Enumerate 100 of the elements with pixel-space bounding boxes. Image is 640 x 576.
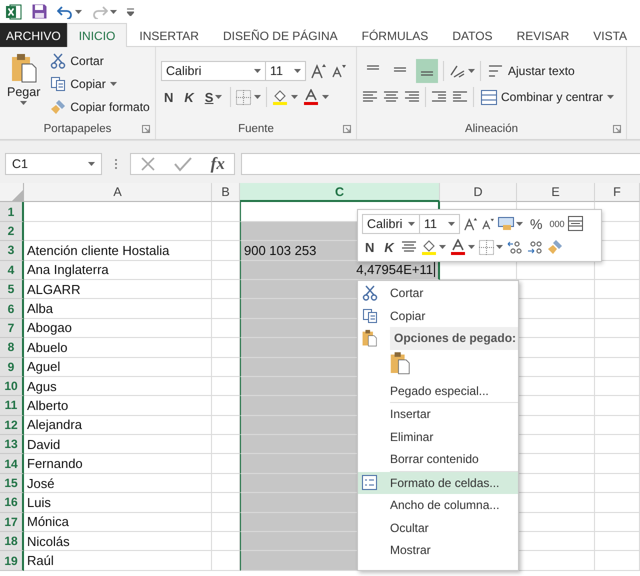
row-header[interactable]: 18: [0, 532, 24, 552]
format-painter-button[interactable]: Copiar formato: [48, 97, 152, 117]
row-header[interactable]: 11: [0, 396, 24, 416]
font-color-icon[interactable]: [303, 89, 320, 105]
ribbon-tab[interactable]: DATOS: [440, 23, 505, 47]
customize-toolbar-icon[interactable]: [127, 8, 134, 16]
row-header[interactable]: 4: [0, 260, 24, 280]
menu-item[interactable]: Eliminar: [358, 426, 518, 448]
ribbon-tab[interactable]: REVISAR: [504, 23, 582, 47]
font-size-field[interactable]: 11: [420, 214, 460, 234]
scissors-icon: [362, 285, 378, 302]
row-header[interactable]: 7: [0, 318, 24, 338]
increase-decimal-icon[interactable]: [506, 240, 523, 255]
caret-icon: [294, 69, 301, 73]
cut-button[interactable]: Cortar: [48, 51, 152, 71]
ribbon-tab[interactable]: INSERTAR: [127, 23, 211, 47]
text-orientation-icon[interactable]: [449, 63, 465, 79]
font-name-field[interactable]: Calibri: [161, 61, 266, 81]
copy-button[interactable]: Copiar: [48, 74, 152, 94]
column-header[interactable]: C: [240, 183, 440, 202]
dialog-launcher-icon[interactable]: [343, 125, 351, 133]
menu-item[interactable]: Insertar: [358, 403, 518, 426]
decrease-indent-icon[interactable]: [431, 90, 447, 104]
align-center-icon[interactable]: [383, 90, 399, 104]
insert-function-button[interactable]: fx: [210, 154, 225, 174]
grow-font-icon[interactable]: [311, 63, 327, 79]
menu-item[interactable]: Borrar contenido: [358, 448, 518, 470]
column-header[interactable]: B: [212, 183, 240, 202]
row-header[interactable]: 10: [0, 376, 24, 396]
row-header[interactable]: 15: [0, 474, 24, 494]
row-header[interactable]: 8: [0, 338, 24, 358]
shrink-font-icon[interactable]: [482, 218, 494, 230]
paste-button[interactable]: Pegar: [5, 51, 42, 119]
bold-button[interactable]: N: [362, 237, 378, 258]
cell-text: Ana Inglaterra: [27, 262, 109, 278]
number-format-icon[interactable]: [498, 216, 514, 231]
row-header[interactable]: 3: [0, 241, 24, 261]
align-left-icon[interactable]: [362, 90, 378, 104]
font-name-field[interactable]: Calibri: [362, 214, 420, 234]
table-cell: [595, 474, 640, 494]
fill-color-icon[interactable]: [420, 239, 437, 256]
shrink-font-icon[interactable]: [332, 64, 346, 78]
menu-item[interactable]: Copiar: [358, 304, 518, 327]
italic-button[interactable]: K: [181, 87, 197, 107]
file-tab[interactable]: ARCHIVO: [0, 23, 67, 47]
cell-text: Atención cliente Hostalia: [27, 242, 170, 258]
dialog-launcher-icon[interactable]: [142, 125, 150, 133]
row-header[interactable]: 14: [0, 454, 24, 474]
align-right-icon[interactable]: [404, 90, 420, 104]
wrap-text-button[interactable]: Ajustar texto: [486, 61, 577, 81]
row-header[interactable]: 1: [0, 202, 24, 222]
merge-center-button[interactable]: Combinar y centrar: [479, 87, 616, 107]
dialog-launcher-icon[interactable]: [613, 125, 621, 133]
menu-item[interactable]: Formato de celdas...: [358, 472, 518, 494]
ribbon-tab[interactable]: INICIO: [66, 23, 128, 47]
undo-icon[interactable]: [57, 4, 73, 18]
grow-font-icon[interactable]: [464, 216, 478, 231]
align-center-icon[interactable]: [400, 240, 417, 254]
increase-indent-icon[interactable]: [452, 90, 468, 104]
ribbon-tab[interactable]: DISEÑO DE PÁGINA: [210, 23, 350, 47]
borders-icon[interactable]: [478, 240, 494, 255]
row-header[interactable]: 13: [0, 435, 24, 454]
save-icon[interactable]: [32, 4, 47, 19]
name-box[interactable]: C1: [5, 152, 102, 174]
row-header[interactable]: 17: [0, 512, 24, 532]
column-header[interactable]: A: [24, 183, 212, 202]
fill-color-icon[interactable]: [272, 89, 288, 105]
cell-text: Fernando: [27, 456, 83, 472]
percent-button[interactable]: %: [527, 214, 546, 234]
column-header[interactable]: D: [440, 183, 517, 202]
underline-button[interactable]: S: [202, 87, 226, 107]
vertical-align-button[interactable]: [416, 59, 438, 83]
thousands-separator-button[interactable]: 000: [549, 214, 564, 234]
font-size-field[interactable]: 11: [266, 61, 306, 81]
decrease-decimal-icon[interactable]: [526, 240, 543, 255]
italic-button[interactable]: K: [381, 237, 397, 258]
row-header[interactable]: 5: [0, 280, 24, 300]
ribbon-tab[interactable]: VISTA: [581, 23, 640, 47]
row-header[interactable]: 16: [0, 493, 24, 513]
menu-item[interactable]: Ancho de columna...: [358, 494, 518, 516]
column-header[interactable]: F: [595, 183, 640, 202]
borders-icon[interactable]: [236, 90, 252, 104]
check-icon[interactable]: [174, 156, 192, 172]
row-header[interactable]: 19: [0, 551, 24, 571]
column-width-icon[interactable]: [568, 216, 584, 232]
cell-text: Nicolás: [27, 534, 70, 549]
formula-input[interactable]: [241, 152, 640, 174]
row-header[interactable]: 6: [0, 299, 24, 319]
row-header[interactable]: 2: [0, 222, 24, 242]
wrap-text-icon[interactable]: [488, 64, 504, 78]
row-header[interactable]: 9: [0, 358, 24, 377]
font-color-icon[interactable]: [450, 239, 466, 256]
column-header[interactable]: E: [517, 183, 595, 202]
ribbon-tab[interactable]: FÓRMULAS: [350, 23, 440, 47]
menu-item[interactable]: Pegado especial...: [358, 380, 518, 402]
bold-button[interactable]: N: [161, 87, 176, 107]
row-header[interactable]: 12: [0, 416, 24, 436]
menu-item[interactable]: Ocultar: [358, 516, 518, 539]
menu-item[interactable]: Mostrar: [358, 539, 518, 562]
menu-item[interactable]: Cortar: [358, 282, 518, 304]
